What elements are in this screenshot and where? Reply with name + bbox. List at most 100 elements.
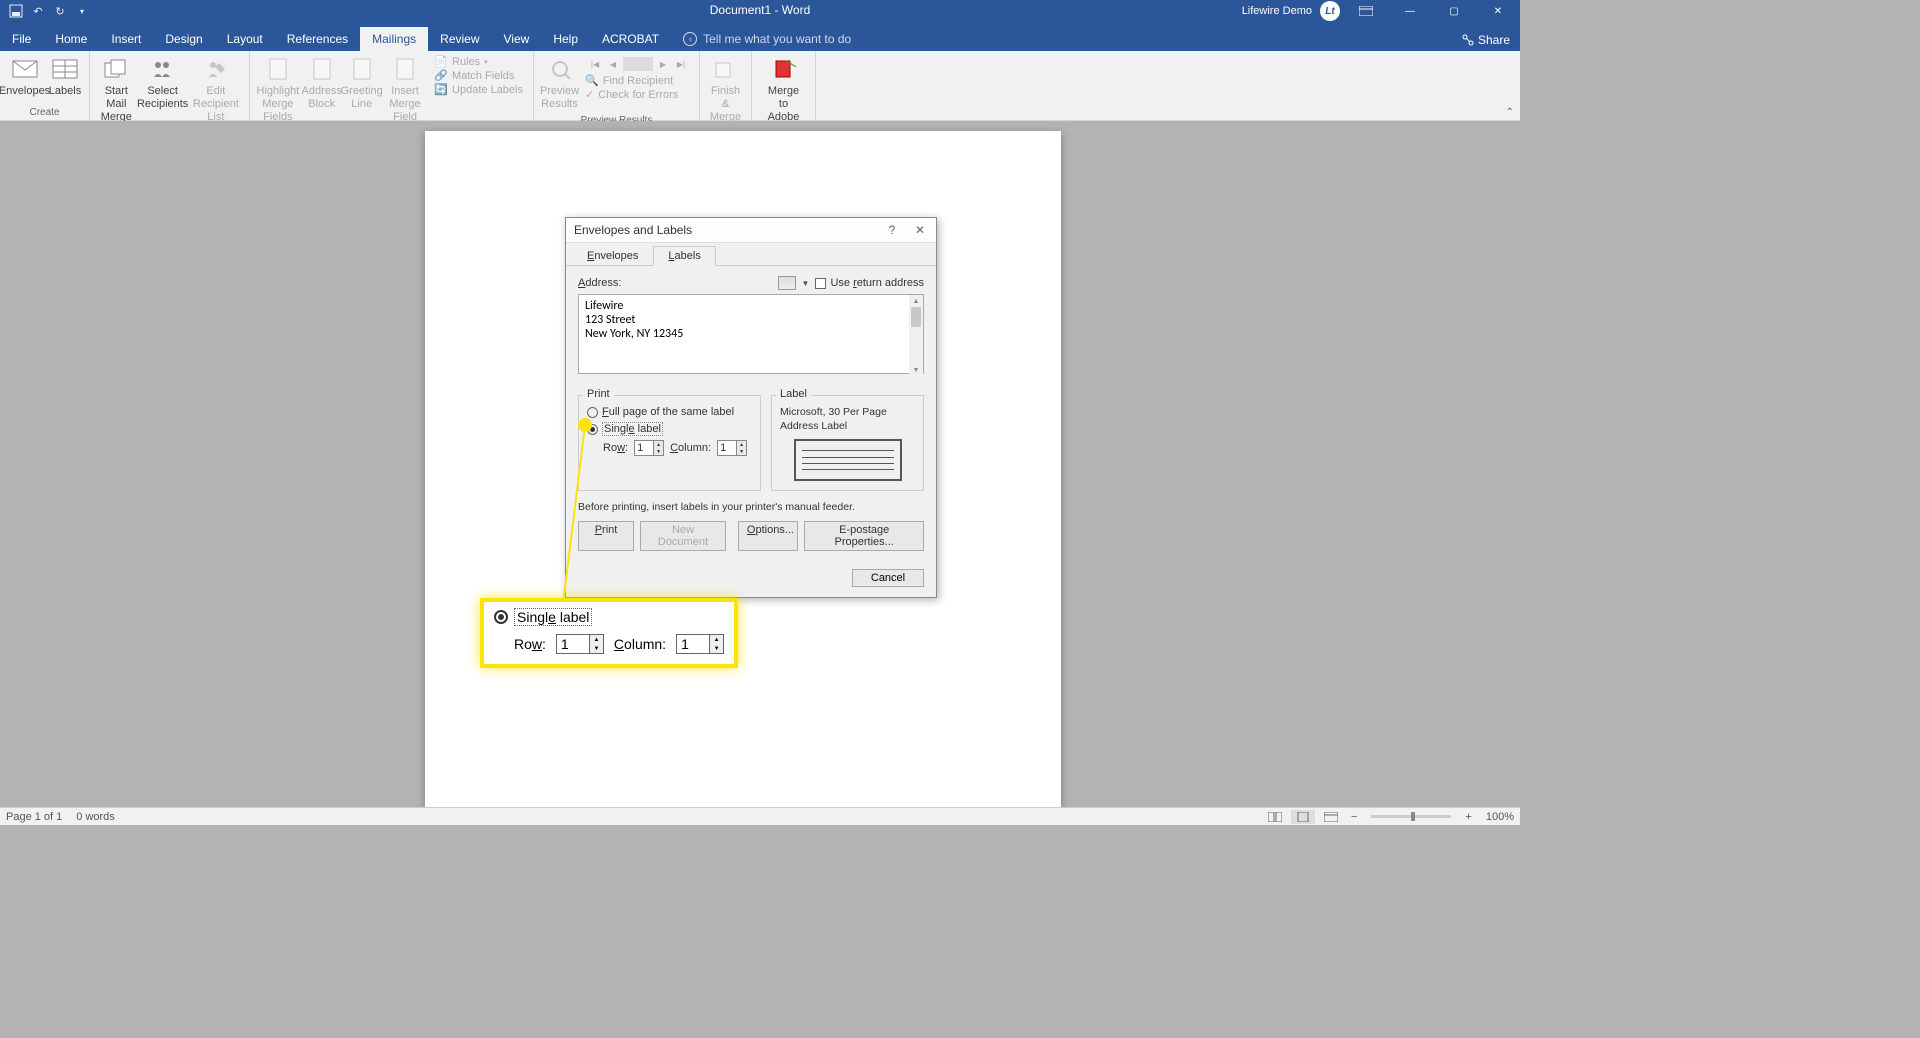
hl-row-spinner: 1 ▲▼ bbox=[556, 634, 604, 654]
find-recipient-button: 🔍Find Recipient bbox=[585, 74, 691, 87]
new-document-button: New Document bbox=[640, 521, 726, 551]
tab-mailings[interactable]: Mailings bbox=[360, 27, 428, 51]
tell-me-search[interactable]: ♀ Tell me what you want to do bbox=[671, 27, 863, 51]
web-layout-button[interactable] bbox=[1319, 810, 1343, 824]
radio-single-label-text: Single label bbox=[602, 422, 663, 436]
minimize-button[interactable]: — bbox=[1392, 0, 1428, 22]
label-info: Microsoft, 30 Per Page Address Label bbox=[780, 406, 915, 433]
textarea-scrollbar[interactable]: ▲ ▼ bbox=[909, 295, 923, 376]
hl-col-val: 1 bbox=[677, 635, 709, 653]
start-mail-merge-button[interactable]: Start Mail Merge bbox=[94, 53, 139, 127]
close-button[interactable]: ✕ bbox=[1480, 0, 1516, 22]
dlg-tab-labels[interactable]: Labels bbox=[653, 246, 715, 266]
hl-row-val: 1 bbox=[557, 635, 589, 653]
read-mode-button[interactable] bbox=[1263, 810, 1287, 824]
tab-view[interactable]: View bbox=[492, 27, 542, 51]
print-legend: Print bbox=[583, 388, 614, 400]
tab-acrobat[interactable]: ACROBAT bbox=[590, 27, 671, 51]
envelopes-labels-dialog: Envelopes and Labels ? ✕ Envelopes Label… bbox=[565, 217, 937, 598]
tab-layout[interactable]: Layout bbox=[215, 27, 275, 51]
cancel-button[interactable]: Cancel bbox=[852, 569, 924, 587]
ribbon-options-icon[interactable] bbox=[1348, 0, 1384, 22]
zoom-level[interactable]: 100% bbox=[1486, 811, 1514, 823]
print-layout-button[interactable] bbox=[1291, 810, 1315, 824]
col-up-icon[interactable]: ▲ bbox=[736, 441, 746, 448]
rules-button: 📄Rules▾ bbox=[434, 55, 523, 68]
col-down-icon[interactable]: ▼ bbox=[736, 448, 746, 455]
insert-merge-field-button: Insert Merge Field bbox=[382, 53, 429, 127]
zoom-in-button[interactable]: + bbox=[1461, 811, 1475, 823]
menu-tabs: File Home Insert Design Layout Reference… bbox=[0, 25, 1520, 51]
recipients-icon bbox=[149, 55, 177, 83]
select-recipients-button[interactable]: Select Recipients bbox=[139, 53, 187, 113]
epostage-button[interactable]: E-postage Properties... bbox=[804, 521, 924, 551]
dlg-tab-envelopes[interactable]: Envelopes bbox=[572, 246, 653, 266]
maximize-button[interactable]: ▢ bbox=[1436, 0, 1472, 22]
labels-icon bbox=[51, 55, 79, 83]
tab-home[interactable]: Home bbox=[43, 27, 99, 51]
envelopes-button[interactable]: Envelopes bbox=[4, 53, 45, 100]
row-spinner[interactable]: 1 ▲▼ bbox=[634, 440, 664, 456]
share-button[interactable]: Share bbox=[1462, 33, 1510, 47]
finish-icon bbox=[712, 55, 740, 83]
use-return-label: Use return address bbox=[830, 277, 924, 289]
save-icon[interactable] bbox=[6, 1, 26, 21]
update-icon: 🔄 bbox=[434, 83, 448, 96]
word-count[interactable]: 0 words bbox=[76, 811, 115, 823]
tab-help[interactable]: Help bbox=[541, 27, 590, 51]
hl-radio-label: Single label bbox=[514, 608, 592, 626]
column-value[interactable]: 1 bbox=[718, 441, 736, 455]
use-return-address-checkbox[interactable]: Use return address bbox=[815, 277, 924, 289]
qat-customize-icon[interactable]: ▾ bbox=[72, 1, 92, 21]
zoom-out-button[interactable]: − bbox=[1347, 811, 1361, 823]
close-dialog-button[interactable]: ✕ bbox=[912, 222, 928, 238]
prev-record-button: ◀ bbox=[605, 57, 621, 71]
last-record-button: ▶| bbox=[673, 57, 689, 71]
tab-review[interactable]: Review bbox=[428, 27, 491, 51]
tab-design[interactable]: Design bbox=[153, 27, 214, 51]
record-counter bbox=[623, 57, 653, 71]
edit-list-icon bbox=[202, 55, 230, 83]
radio-icon bbox=[587, 407, 598, 418]
checkbox-icon bbox=[815, 278, 826, 289]
undo-icon[interactable]: ↶ bbox=[28, 1, 48, 21]
column-spinner[interactable]: 1 ▲▼ bbox=[717, 440, 747, 456]
title-bar: ↶ ↻ ▾ Document1 - Word Lifewire Demo Lt … bbox=[0, 0, 1520, 51]
match-fields-button: 🔗Match Fields bbox=[434, 69, 523, 82]
label-preview[interactable] bbox=[794, 439, 902, 481]
row-value[interactable]: 1 bbox=[635, 441, 653, 455]
address-textarea[interactable] bbox=[578, 294, 924, 374]
options-button[interactable]: Options... bbox=[738, 521, 799, 551]
row-down-icon[interactable]: ▼ bbox=[653, 448, 663, 455]
highlight-merge-fields-button: Highlight Merge Fields bbox=[254, 53, 302, 127]
first-record-button: |◀ bbox=[587, 57, 603, 71]
row-up-icon[interactable]: ▲ bbox=[653, 441, 663, 448]
help-button[interactable]: ? bbox=[884, 222, 900, 238]
print-button[interactable]: Print bbox=[578, 521, 634, 551]
document-title: Document1 - Word bbox=[710, 3, 810, 17]
scroll-thumb[interactable] bbox=[911, 307, 921, 327]
hl-radio-icon bbox=[494, 610, 508, 624]
radio-single-label[interactable]: Single label bbox=[587, 422, 752, 436]
scroll-down-icon[interactable]: ▼ bbox=[909, 364, 923, 376]
tab-references[interactable]: References bbox=[275, 27, 360, 51]
page-indicator[interactable]: Page 1 of 1 bbox=[6, 811, 62, 823]
labels-button[interactable]: Labels bbox=[45, 53, 85, 100]
address-dropdown-icon[interactable]: ▼ bbox=[802, 279, 810, 288]
helper-text: Before printing, insert labels in your p… bbox=[578, 501, 924, 513]
address-book-icon[interactable] bbox=[778, 276, 796, 290]
scroll-up-icon[interactable]: ▲ bbox=[909, 295, 923, 307]
radio-full-page[interactable]: Full page of the same label bbox=[587, 406, 752, 418]
greeting-icon bbox=[348, 55, 376, 83]
collapse-ribbon-button[interactable]: ⌃ bbox=[1506, 107, 1514, 118]
match-icon: 🔗 bbox=[434, 69, 448, 82]
redo-icon[interactable]: ↻ bbox=[50, 1, 70, 21]
tab-file[interactable]: File bbox=[0, 27, 43, 51]
zoom-slider[interactable] bbox=[1371, 815, 1451, 818]
ribbon: Envelopes Labels Create Start Mail Merge… bbox=[0, 51, 1520, 121]
row-label: Row: bbox=[603, 442, 628, 454]
avatar[interactable]: Lt bbox=[1320, 1, 1340, 21]
dialog-title: Envelopes and Labels bbox=[574, 223, 884, 237]
tab-insert[interactable]: Insert bbox=[99, 27, 153, 51]
update-labels-button: 🔄Update Labels bbox=[434, 83, 523, 96]
